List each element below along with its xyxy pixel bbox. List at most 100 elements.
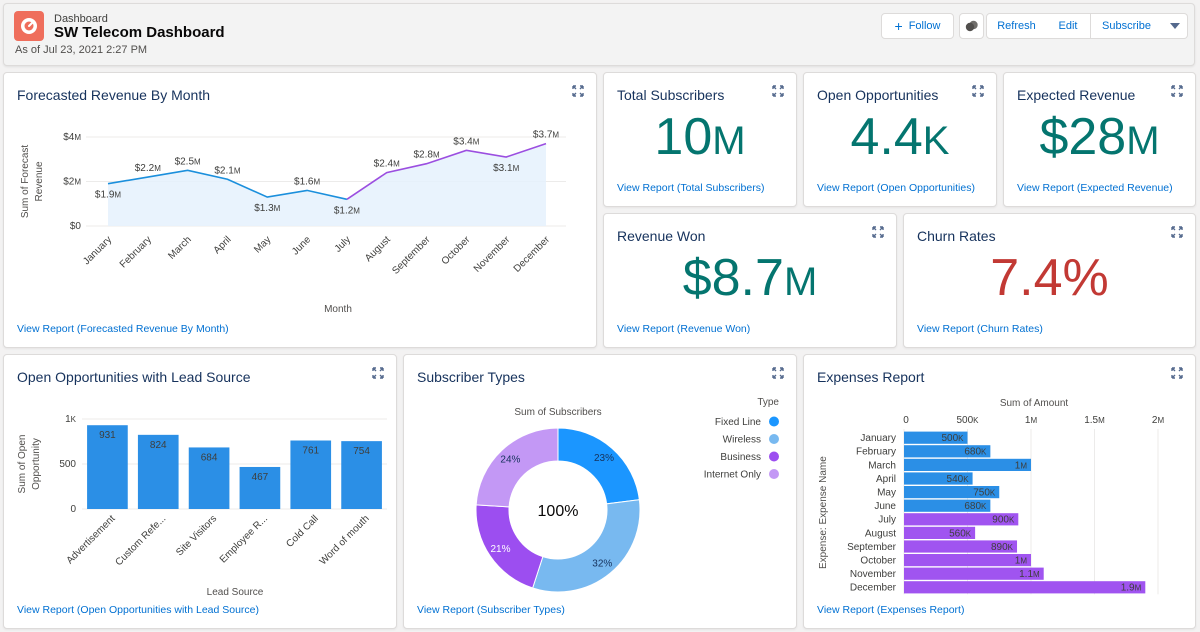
dashboard-gauge-icon: [14, 11, 44, 41]
view-report-link[interactable]: View Report (Total Subscribers): [617, 182, 764, 194]
expand-icon[interactable]: [1171, 226, 1183, 238]
card-title: Churn Rates: [917, 228, 996, 244]
expenses-hbar-chart: Sum of Amount 0 500K 1M 1.5M 2M Expense: Expen…: [818, 398, 1164, 595]
legend-title: Type: [757, 397, 779, 408]
bar-value-label: 560K: [949, 528, 972, 539]
view-report-link[interactable]: View Report (Forecasted Revenue By Month…: [17, 323, 229, 335]
x-tick-label: October: [440, 234, 473, 267]
y-tick-label: April: [876, 474, 896, 485]
donut-slice[interactable]: [557, 427, 640, 505]
page-title: SW Telecom Dashboard: [54, 24, 225, 41]
bar-value-label: 1.1M: [1019, 569, 1040, 580]
total-subscribers-card: Total Subscribers 10M View Report (Total…: [603, 72, 797, 207]
y-tick-label: October: [860, 556, 896, 567]
data-label: $1.6M: [294, 176, 320, 187]
bar[interactable]: [904, 554, 1031, 567]
metric-value: $28M: [1004, 107, 1195, 167]
x-tick-label: January: [81, 234, 114, 267]
legend-label: Internet Only: [704, 470, 761, 481]
expected-revenue-card: Expected Revenue $28M View Report (Expec…: [1003, 72, 1196, 207]
as-of-timestamp: As of Jul 23, 2021 2:27 PM: [15, 44, 148, 56]
y-tick-label: March: [868, 460, 896, 471]
data-label: $3.4M: [453, 136, 479, 147]
churn-rates-card: Churn Rates 7.4% View Report (Churn Rate…: [903, 213, 1196, 348]
card-title: Open Opportunities: [817, 87, 939, 103]
y-tick-label: $0: [70, 221, 82, 232]
open-opportunities-card: Open Opportunities 4.4K View Report (Ope…: [803, 72, 997, 207]
more-actions-button[interactable]: [1162, 13, 1188, 39]
y-tick-label: December: [850, 583, 897, 594]
legend-swatch: [769, 434, 779, 444]
bar-value-label: 1.9M: [1121, 583, 1142, 594]
y-tick-label: August: [865, 528, 896, 539]
donut-slice[interactable]: [475, 427, 559, 508]
bar-value-label: 540K: [947, 474, 970, 485]
bar-value-label: 761: [302, 446, 319, 457]
x-tick-label: April: [212, 234, 234, 256]
data-label: $3.1M: [493, 163, 519, 174]
y-tick-label: $2M: [63, 177, 81, 188]
expand-icon[interactable]: [1171, 85, 1183, 97]
expenses-report-card: Expenses Report Sum of Amount 0 500K 1M 1.5M…: [803, 354, 1196, 629]
x-axis-title: Lead Source: [207, 587, 264, 598]
legend-label: Business: [720, 452, 761, 463]
plus-icon: +: [894, 18, 903, 34]
refresh-button[interactable]: Refresh: [986, 13, 1047, 39]
metric-number: $8.7: [682, 249, 784, 307]
bar-value-label: 824: [150, 440, 167, 451]
x-tick-label: Word of mouth: [318, 513, 372, 567]
expand-icon[interactable]: [372, 367, 384, 379]
data-label: $2.8M: [413, 150, 439, 161]
data-label: $3.7M: [533, 130, 559, 141]
x-tick-label: September: [390, 234, 433, 277]
expand-icon[interactable]: [572, 85, 584, 97]
bar-value-label: 680K: [964, 447, 987, 458]
bar-value-label: 890K: [991, 542, 1014, 553]
view-report-link[interactable]: View Report (Expected Revenue): [1017, 182, 1173, 194]
bar-value-label: 680K: [964, 501, 987, 512]
x-tick-label: November: [472, 234, 513, 275]
view-report-link[interactable]: View Report (Open Opportunities): [817, 182, 975, 194]
lead-source-bar-chart: Sum of Open Opportunity 0 500 1K 931 Advertise…: [17, 414, 387, 598]
legend-label: Wireless: [723, 435, 761, 446]
x-axis-title: Month: [324, 304, 352, 313]
y-tick-label: 1K: [65, 414, 77, 425]
forecast-line-chart: Sum of Forecast Revenue $0 $2M $4M $1.9M $2.2M…: [20, 130, 566, 313]
expand-icon[interactable]: [872, 226, 884, 238]
view-report-link[interactable]: View Report (Expenses Report): [817, 604, 964, 616]
subscriber-types-card: Subscriber Types Sum of Subscribers 23% 32…: [403, 354, 797, 629]
x-tick-label: Custom Refe...: [113, 513, 168, 568]
bar[interactable]: [904, 581, 1146, 594]
y-axis-title: Opportunity: [31, 438, 42, 490]
card-title: Subscriber Types: [417, 369, 525, 385]
metric-number: 10: [654, 108, 713, 166]
edit-button[interactable]: Edit: [1046, 13, 1091, 39]
expand-icon[interactable]: [972, 85, 984, 97]
bar[interactable]: [904, 458, 1031, 471]
view-report-link[interactable]: View Report (Subscriber Types): [417, 604, 565, 616]
chat-bubbles-icon: [965, 20, 978, 32]
metric-number: $28: [1039, 108, 1127, 166]
metric-unit: M: [712, 119, 746, 163]
x-tick-label: Advertisement: [65, 513, 118, 566]
subscribe-button[interactable]: Subscribe: [1091, 13, 1163, 39]
view-report-link[interactable]: View Report (Revenue Won): [617, 323, 750, 335]
follow-label: Follow: [908, 20, 941, 32]
data-label: $2.1M: [214, 165, 240, 176]
metric-number: 7.4%: [990, 249, 1109, 307]
view-report-link[interactable]: View Report (Open Opportunities with Lea…: [17, 604, 259, 616]
x-tick-label: March: [166, 234, 193, 261]
metric-value: $8.7M: [604, 248, 896, 308]
legend-swatch: [769, 469, 779, 479]
follow-button[interactable]: + Follow: [881, 13, 954, 39]
expand-icon[interactable]: [1171, 367, 1183, 379]
y-axis-title: Revenue: [34, 161, 45, 201]
view-report-link[interactable]: View Report (Churn Rates): [917, 323, 1043, 335]
expand-icon[interactable]: [772, 85, 784, 97]
legend-swatch: [769, 451, 779, 462]
revenue-won-card: Revenue Won $8.7M View Report (Revenue W…: [603, 213, 897, 348]
expand-icon[interactable]: [772, 367, 784, 379]
y-tick-label: January: [860, 433, 896, 444]
x-tick-label: August: [363, 234, 393, 264]
collaborate-button[interactable]: [959, 13, 984, 39]
